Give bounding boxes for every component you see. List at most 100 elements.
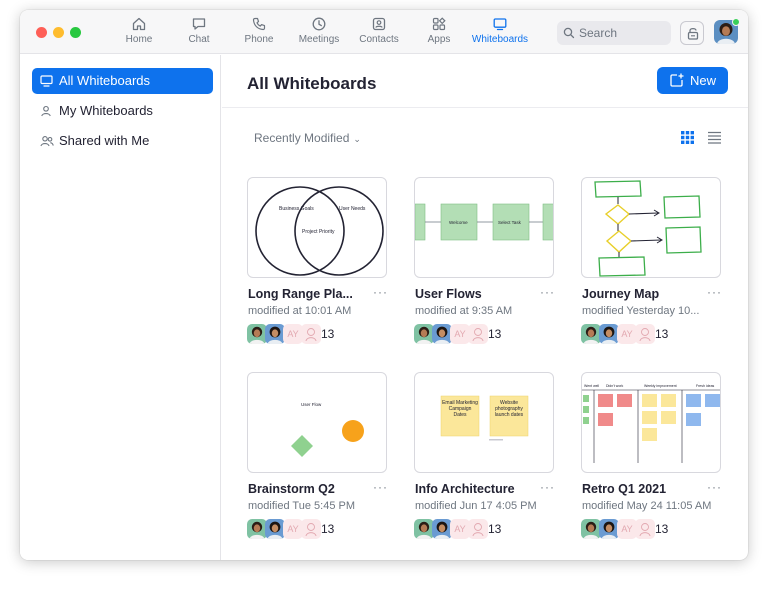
page-title: All Whiteboards bbox=[247, 74, 377, 93]
sidebar-item-label: Shared with Me bbox=[59, 133, 150, 148]
close-window-button[interactable] bbox=[36, 27, 47, 38]
whiteboard-thumbnail[interactable]: Email Marketing Campaign Dates Website p… bbox=[414, 372, 554, 473]
sticky-note-text: Email Marketing Campaign Dates bbox=[442, 400, 478, 418]
avatar bbox=[432, 324, 452, 344]
tab-contacts[interactable]: Contacts bbox=[349, 16, 409, 52]
whiteboard-card[interactable]: Email Marketing Campaign Dates Website p… bbox=[414, 372, 554, 539]
collaborator-avatars: AY 13 bbox=[247, 324, 347, 344]
sidebar-item-shared-with-me[interactable]: Shared with Me bbox=[32, 128, 213, 154]
avatar bbox=[599, 519, 619, 539]
clock-icon bbox=[312, 17, 326, 31]
whiteboard-card[interactable]: User Flow Brainstorm Q2 ··· modified Tue… bbox=[247, 372, 387, 539]
search-placeholder: Search bbox=[579, 26, 618, 40]
journey-sketch-preview bbox=[594, 180, 702, 277]
tab-meetings[interactable]: Meetings bbox=[289, 16, 349, 52]
avatar bbox=[599, 324, 619, 344]
grid-icon bbox=[681, 131, 694, 144]
tab-home[interactable]: Home bbox=[109, 16, 169, 52]
avatar bbox=[635, 324, 655, 344]
avatar bbox=[301, 324, 321, 344]
tab-home-label: Home bbox=[125, 34, 153, 45]
person-icon bbox=[41, 105, 51, 117]
thumb-label: Weekly improvement bbox=[644, 384, 677, 388]
tab-chat[interactable]: Chat bbox=[169, 16, 229, 52]
search-icon bbox=[563, 27, 575, 39]
tab-whiteboards-label: Whiteboards bbox=[471, 34, 529, 45]
tab-whiteboards[interactable]: Whiteboards bbox=[469, 16, 531, 52]
avatar bbox=[265, 324, 285, 344]
list-icon bbox=[708, 131, 721, 144]
sort-dropdown[interactable]: Recently Modified ⌄ bbox=[254, 131, 361, 145]
collaborator-avatars: AY 13 bbox=[581, 519, 681, 539]
avatar: AY bbox=[450, 519, 470, 539]
header-divider bbox=[222, 107, 748, 108]
card-modified: modified Tue 5:45 PM bbox=[248, 500, 356, 512]
search-input[interactable]: Search bbox=[557, 21, 671, 45]
avatar bbox=[301, 519, 321, 539]
sidebar-item-my-whiteboards[interactable]: My Whiteboards bbox=[32, 98, 213, 124]
thumb-label: User Needs bbox=[339, 206, 366, 212]
tab-apps[interactable]: Apps bbox=[409, 16, 469, 52]
chevron-down-icon: ⌄ bbox=[353, 134, 361, 144]
collaborator-count: 13 bbox=[655, 327, 669, 341]
whiteboard-thumbnail[interactable]: Welcome Select Task bbox=[414, 177, 554, 278]
tab-phone-label: Phone bbox=[244, 34, 274, 45]
whiteboard-icon bbox=[40, 75, 53, 87]
more-options-button[interactable]: ··· bbox=[707, 480, 722, 494]
apps-icon bbox=[432, 17, 446, 31]
app-window: Home Chat Phone Meetings Contacts Apps W… bbox=[20, 10, 748, 560]
more-options-button[interactable]: ··· bbox=[373, 480, 388, 494]
avatar: AY bbox=[450, 324, 470, 344]
home-icon bbox=[132, 17, 146, 31]
new-whiteboard-button[interactable]: New bbox=[657, 67, 728, 94]
people-icon bbox=[40, 136, 54, 147]
top-toolbar: Home Chat Phone Meetings Contacts Apps W… bbox=[20, 10, 748, 54]
tab-chat-label: Chat bbox=[188, 34, 210, 45]
card-modified: modified at 9:35 AM bbox=[415, 305, 513, 317]
thumb-label: Business Goals bbox=[279, 206, 314, 212]
avatar bbox=[468, 324, 488, 344]
card-modified: modified Yesterday 10... bbox=[582, 305, 700, 317]
collaborator-avatars: AY 13 bbox=[414, 324, 514, 344]
avatar: AY bbox=[617, 324, 637, 344]
whiteboard-thumbnail[interactable]: Business Goals User Needs Project Priori… bbox=[247, 177, 387, 278]
whiteboard-card[interactable]: Journey Map ··· modified Yesterday 10...… bbox=[581, 177, 721, 344]
card-title: Journey Map bbox=[582, 287, 660, 301]
card-modified: modified at 10:01 AM bbox=[248, 305, 352, 317]
whiteboard-card[interactable]: Welcome Select Task User Flows ··· modif… bbox=[414, 177, 554, 344]
new-whiteboard-icon bbox=[670, 73, 684, 87]
thumb-label: Welcome bbox=[449, 220, 468, 225]
sticky-notes-preview: Email Marketing Campaign Dates Website p… bbox=[440, 395, 529, 441]
avatar bbox=[247, 324, 267, 344]
avatar bbox=[414, 324, 434, 344]
presence-status-dot bbox=[732, 18, 740, 26]
minimize-window-button[interactable] bbox=[53, 27, 64, 38]
grid-view-button[interactable] bbox=[681, 131, 694, 149]
tab-phone[interactable]: Phone bbox=[229, 16, 289, 52]
thumb-label: Project Priority bbox=[302, 229, 335, 235]
more-options-button[interactable]: ··· bbox=[540, 480, 555, 494]
whiteboard-card[interactable]: Business Goals User Needs Project Priori… bbox=[247, 177, 387, 344]
avatar bbox=[635, 519, 655, 539]
whiteboard-thumbnail[interactable] bbox=[581, 177, 721, 278]
whiteboard-thumbnail[interactable]: Went well Didn't work Weekly improvement… bbox=[581, 372, 721, 473]
sidebar: All Whiteboards My Whiteboards Shared wi… bbox=[20, 55, 221, 560]
more-options-button[interactable]: ··· bbox=[540, 285, 555, 299]
more-options-button[interactable]: ··· bbox=[707, 285, 722, 299]
list-view-button[interactable] bbox=[708, 131, 721, 149]
collaborator-count: 13 bbox=[655, 522, 669, 536]
avatar bbox=[581, 519, 601, 539]
whiteboard-thumbnail[interactable]: User Flow bbox=[247, 372, 387, 473]
zoom-window-button[interactable] bbox=[70, 27, 81, 38]
more-options-button[interactable]: ··· bbox=[373, 285, 388, 299]
whiteboard-card[interactable]: Went well Didn't work Weekly improvement… bbox=[581, 372, 721, 539]
lock-button[interactable] bbox=[680, 21, 704, 45]
sidebar-item-all-whiteboards[interactable]: All Whiteboards bbox=[32, 68, 213, 94]
avatar bbox=[581, 324, 601, 344]
whiteboard-icon bbox=[493, 18, 507, 31]
avatar: AY bbox=[283, 324, 303, 344]
avatar: AY bbox=[617, 519, 637, 539]
main-content: All Whiteboards New Recently Modified⌄ bbox=[222, 55, 748, 560]
avatar bbox=[414, 519, 434, 539]
phone-icon bbox=[252, 17, 266, 31]
